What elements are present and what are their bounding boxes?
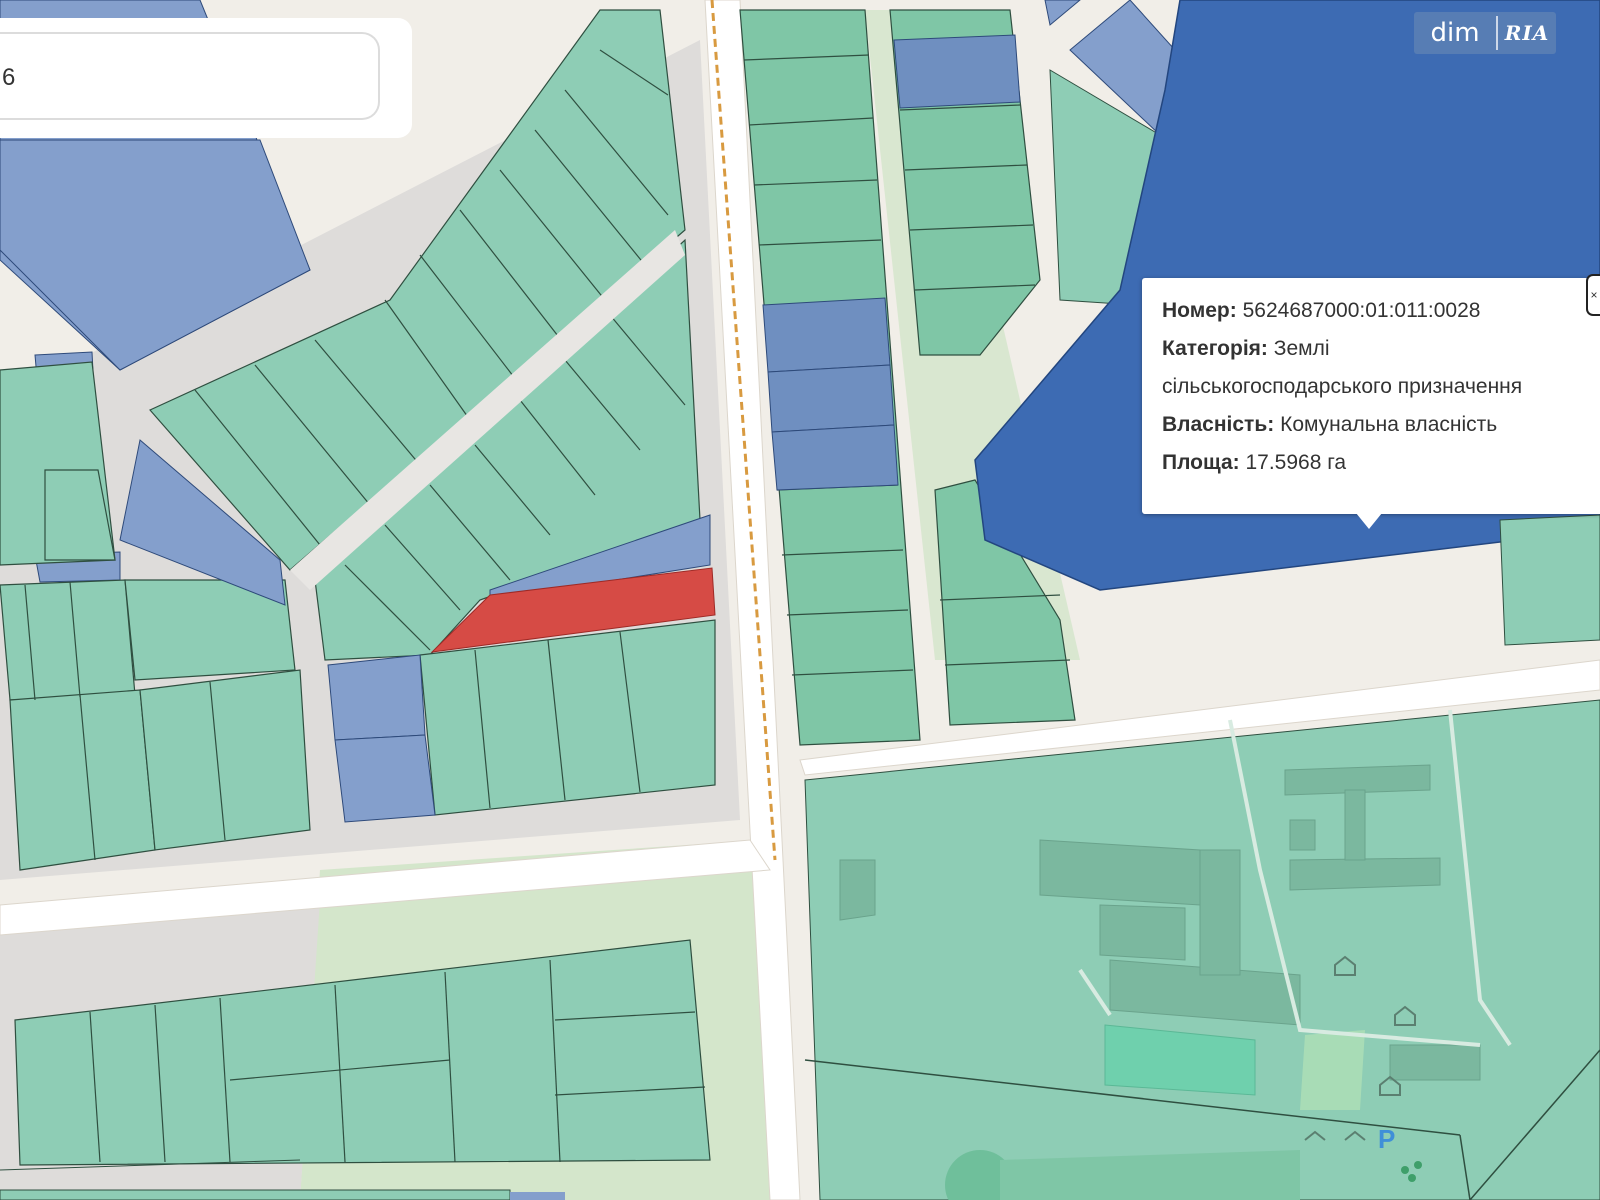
popup-number-label: Номер: bbox=[1162, 299, 1237, 322]
popup-category-value-line1: Землі bbox=[1273, 337, 1330, 360]
popup-area-value: 17.5968 га bbox=[1245, 451, 1347, 474]
popup-category-row-2: сільськогосподарського призначення bbox=[1162, 368, 1600, 406]
search-input[interactable]: 6 bbox=[0, 32, 380, 120]
blue-parcels-column-1[interactable] bbox=[762, 297, 899, 491]
blue-parcels-lower[interactable] bbox=[327, 654, 436, 823]
blue-parcel[interactable] bbox=[893, 34, 1021, 109]
popup-category-value-line2: сільськогосподарського призначення bbox=[1162, 375, 1523, 398]
campus-green bbox=[1300, 1030, 1365, 1110]
popup-area-label: Площа: bbox=[1162, 451, 1240, 474]
popup-category-label: Категорія: bbox=[1162, 337, 1268, 360]
search-panel: 6 bbox=[0, 18, 412, 138]
logo-dim-text: dim bbox=[1430, 18, 1480, 48]
green-parcel[interactable] bbox=[1499, 514, 1600, 646]
parking-icon: P bbox=[1378, 1124, 1395, 1154]
bottom-blue-strip bbox=[510, 1192, 565, 1200]
bottom-green-strip bbox=[0, 1189, 511, 1200]
popup-category-row: Категорія: Землі bbox=[1162, 330, 1600, 368]
dimria-logo[interactable]: dim RIA bbox=[1414, 12, 1556, 54]
popup-pointer bbox=[1356, 513, 1382, 529]
logo-ria-text: RIA bbox=[1504, 21, 1550, 45]
popup-area-row: Площа: 17.5968 га bbox=[1162, 444, 1600, 482]
popup-number-row: Номер: 5624687000:01:011:0028 bbox=[1162, 292, 1600, 330]
popup-ownership-label: Власність: bbox=[1162, 413, 1275, 436]
popup-number-value: 5624687000:01:011:0028 bbox=[1242, 299, 1481, 322]
popup-ownership-value: Комунальна власність bbox=[1280, 413, 1498, 436]
green-parcels-lower-middle[interactable] bbox=[419, 619, 716, 816]
cadastral-map[interactable]: P bbox=[0, 0, 1600, 1200]
parcel-info-popup: Номер: 5624687000:01:011:0028 Категорія:… bbox=[1142, 274, 1600, 514]
popup-ownership-row: Власність: Комунальна власність bbox=[1162, 406, 1600, 444]
search-input-value: 6 bbox=[2, 64, 16, 91]
close-icon[interactable]: × bbox=[1586, 274, 1600, 316]
